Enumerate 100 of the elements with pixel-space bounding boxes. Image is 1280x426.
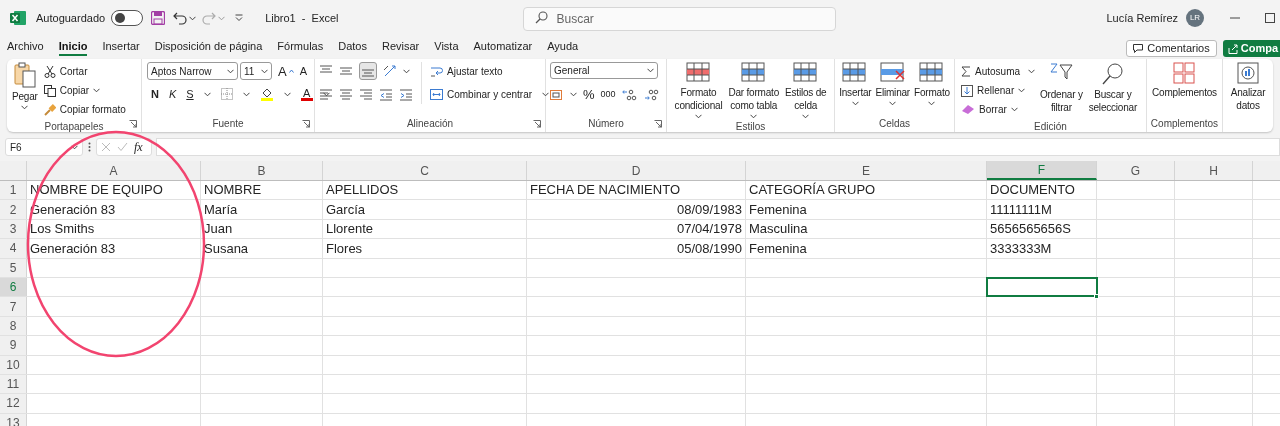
column-header[interactable]: H bbox=[1175, 161, 1253, 180]
column-header[interactable]: G bbox=[1097, 161, 1175, 180]
ribbon-tab[interactable]: Revisar bbox=[381, 37, 420, 56]
bold-button[interactable]: N bbox=[151, 86, 159, 103]
dialog-launcher-icon[interactable] bbox=[302, 120, 310, 128]
ribbon-tab[interactable]: Inicio bbox=[58, 37, 88, 56]
comments-button[interactable]: Comentarios bbox=[1126, 40, 1217, 57]
chevron-down-icon bbox=[21, 105, 29, 110]
conditional-format-button[interactable]: Formato condicional bbox=[673, 62, 724, 119]
number-format-dropdown[interactable]: General bbox=[550, 62, 658, 79]
share-button[interactable]: Compa bbox=[1222, 40, 1280, 57]
dialog-launcher-icon[interactable] bbox=[654, 120, 662, 128]
row-header[interactable]: 1 bbox=[0, 181, 27, 200]
delete-button[interactable]: Eliminar bbox=[874, 62, 911, 106]
merge-center-icon bbox=[430, 88, 443, 101]
autosave-toggle[interactable] bbox=[111, 10, 144, 26]
search-field[interactable]: Buscar bbox=[522, 7, 836, 31]
ribbon-tab[interactable]: Vista bbox=[434, 37, 459, 56]
paste-button[interactable]: Pegar bbox=[11, 62, 39, 119]
column-header[interactable]: B bbox=[201, 161, 323, 180]
conditional-format-icon bbox=[685, 62, 712, 84]
table-cell: NOMBRE bbox=[201, 181, 323, 200]
table-cell: 11111111M bbox=[987, 200, 1097, 219]
cell-styles-button[interactable]: Estilos de celda bbox=[784, 62, 828, 119]
table-cell: García bbox=[323, 200, 527, 219]
dialog-launcher-icon[interactable] bbox=[533, 120, 541, 128]
format-cells-icon bbox=[918, 62, 945, 84]
table-cell: Susana bbox=[201, 239, 323, 258]
ribbon-tab[interactable]: Fórmulas bbox=[277, 37, 324, 56]
ribbon-tab[interactable]: Automatizar bbox=[473, 37, 533, 56]
format-as-table-button[interactable]: Dar formato como tabla bbox=[727, 62, 781, 119]
decrease-decimal-icon bbox=[643, 88, 660, 101]
font-size-dropdown[interactable]: 11 bbox=[240, 62, 272, 80]
ribbon-tab[interactable]: Disposición de página bbox=[154, 37, 263, 56]
wrap-text-button[interactable]: Ajustar texto bbox=[428, 62, 550, 81]
clear-button[interactable]: Borrar bbox=[959, 100, 1036, 119]
table-cell: FECHA DE NACIMIENTO bbox=[527, 181, 746, 200]
insert-function-button[interactable]: fx bbox=[134, 138, 143, 156]
redo-icon bbox=[202, 11, 217, 25]
delete-cells-icon bbox=[879, 62, 906, 84]
fill-down-icon bbox=[961, 84, 973, 97]
ribbon-tab[interactable]: Insertar bbox=[102, 37, 140, 56]
row-header[interactable]: 7 bbox=[0, 297, 27, 316]
grow-font-button[interactable]: A bbox=[278, 64, 287, 78]
chevron-down-icon bbox=[542, 92, 550, 97]
merge-center-button[interactable]: Combinar y centrar bbox=[428, 85, 535, 104]
selected-cell[interactable] bbox=[987, 277, 1097, 297]
table-cell: 5656565656S bbox=[987, 219, 1097, 239]
chevron-down-icon bbox=[928, 101, 936, 106]
thousands-separator-button[interactable]: 000 bbox=[600, 88, 616, 102]
analyze-data-button[interactable]: Analizar datos bbox=[1229, 62, 1267, 132]
row-header[interactable]: 4 bbox=[0, 239, 27, 258]
group-label: Portapapeles bbox=[44, 120, 104, 132]
ribbon-tab[interactable]: Archivo bbox=[7, 37, 44, 56]
table-cell: 3333333M bbox=[987, 239, 1097, 258]
column-header[interactable]: D bbox=[527, 161, 746, 180]
format-painter-button[interactable]: Copiar formato bbox=[41, 100, 128, 119]
name-box[interactable]: F6 bbox=[5, 138, 83, 156]
sort-filter-button[interactable]: Ordenar y filtrar bbox=[1039, 62, 1084, 119]
row-header[interactable]: 9 bbox=[0, 336, 27, 355]
addins-button[interactable]: Complementos bbox=[1151, 62, 1218, 99]
format-button[interactable]: Formato bbox=[913, 62, 951, 106]
undo-button[interactable] bbox=[173, 11, 197, 25]
addins-icon bbox=[1173, 62, 1196, 84]
column-header[interactable]: F bbox=[987, 161, 1097, 180]
fill-button[interactable]: Rellenar bbox=[959, 81, 1036, 100]
chevron-down-icon bbox=[218, 15, 226, 21]
row-header[interactable]: 2 bbox=[0, 200, 27, 219]
dialog-launcher-icon[interactable] bbox=[129, 120, 137, 128]
row-header[interactable]: 12 bbox=[0, 394, 27, 413]
excel-logo-icon bbox=[10, 10, 26, 26]
font-color-button[interactable]: A bbox=[300, 87, 313, 101]
chevron-down-icon bbox=[889, 101, 897, 106]
fill-color-icon bbox=[259, 87, 274, 102]
undo-icon bbox=[173, 11, 188, 25]
percent-button[interactable]: % bbox=[583, 85, 595, 105]
user-avatar[interactable]: LR bbox=[1186, 9, 1204, 27]
column-header[interactable]: C bbox=[323, 161, 527, 180]
copy-button[interactable]: Copiar bbox=[41, 81, 128, 100]
shrink-font-button[interactable]: A bbox=[299, 65, 307, 77]
column-header[interactable]: A bbox=[27, 161, 201, 180]
ribbon-tab[interactable]: Ayuda bbox=[547, 37, 579, 56]
chevron-down-icon bbox=[242, 91, 250, 97]
cut-button[interactable]: Cortar bbox=[41, 62, 128, 81]
find-select-button[interactable]: Buscar y seleccionar bbox=[1087, 62, 1139, 119]
chevron-down-icon bbox=[750, 114, 758, 119]
insert-button[interactable]: Insertar bbox=[838, 62, 873, 106]
group-label: Fuente bbox=[212, 117, 244, 131]
chevron-down-icon bbox=[261, 68, 268, 74]
magnifier-icon bbox=[1100, 62, 1125, 86]
orientation-icon bbox=[383, 64, 397, 78]
autosum-button[interactable]: Autosuma bbox=[959, 62, 1023, 81]
underline-button[interactable]: S bbox=[186, 86, 194, 103]
font-name-dropdown[interactable]: Aptos Narrow bbox=[147, 62, 238, 80]
formula-input[interactable] bbox=[156, 138, 1280, 156]
italic-button[interactable]: K bbox=[168, 86, 177, 103]
ribbon-tab[interactable]: Datos bbox=[338, 37, 367, 56]
cancel-icon bbox=[101, 142, 111, 152]
autosave-label: Autoguardado bbox=[36, 10, 106, 26]
paste-icon bbox=[12, 62, 37, 88]
